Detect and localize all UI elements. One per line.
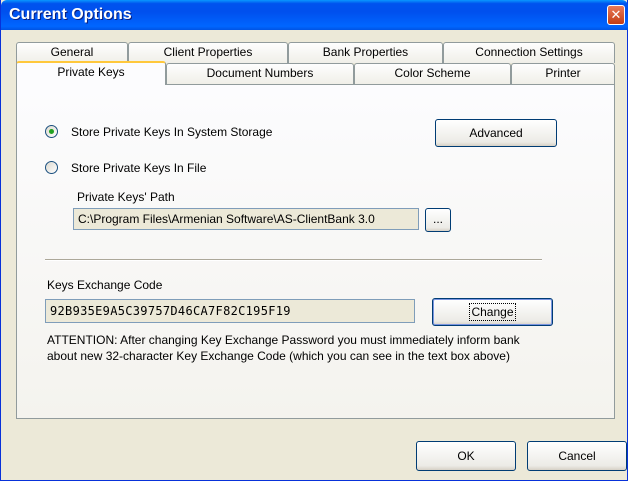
private-keys-path-field[interactable]: C:\Program Files\Armenian Software\AS-Cl… [73,208,419,230]
cancel-button[interactable]: Cancel [527,441,627,471]
option-file-storage-label: Store Private Keys In File [71,161,207,175]
tab-bank-properties[interactable]: Bank Properties [288,42,443,63]
advanced-button[interactable]: Advanced [435,119,557,147]
change-button-label: Change [469,303,516,321]
tab-document-numbers[interactable]: Document Numbers [166,63,354,84]
option-system-storage-label: Store Private Keys In System Storage [71,125,273,139]
ok-button-label: OK [457,449,475,463]
browse-icon: ... [432,212,443,226]
advanced-button-label: Advanced [469,126,523,140]
tab-general[interactable]: General [16,42,128,63]
close-button[interactable]: ✕ [607,5,625,25]
cancel-button-label: Cancel [558,449,596,463]
tab-printer[interactable]: Printer [511,63,615,84]
window-title: Current Options [9,6,132,23]
attention-text-line2: about new 32-character Key Exchange Code… [47,349,510,363]
radio-file-storage[interactable] [45,161,58,174]
tab-color-scheme[interactable]: Color Scheme [354,63,511,84]
change-button[interactable]: Change [432,298,553,326]
private-keys-path-label: Private Keys' Path [77,190,175,204]
radio-selected-dot [49,129,54,134]
tab-connection-settings[interactable]: Connection Settings [443,42,615,63]
tab-private-keys[interactable]: Private Keys [16,61,166,85]
radio-system-storage[interactable] [45,125,58,138]
section-divider [45,259,542,261]
close-icon: ✕ [610,7,622,22]
title-bar[interactable]: Current Options ✕ [1,0,628,30]
tab-client-properties[interactable]: Client Properties [128,42,288,63]
browse-path-button[interactable]: ... [425,208,451,232]
keys-exchange-code-field[interactable]: 92B935E9A5C39757D46CA7F82C195F19 [45,299,415,323]
ok-button[interactable]: OK [416,441,516,471]
attention-text-line1: ATTENTION: After changing Key Exchange P… [47,333,520,347]
keys-exchange-code-label: Keys Exchange Code [47,278,163,292]
options-dialog: Current Options ✕ General Client Propert… [0,0,628,481]
